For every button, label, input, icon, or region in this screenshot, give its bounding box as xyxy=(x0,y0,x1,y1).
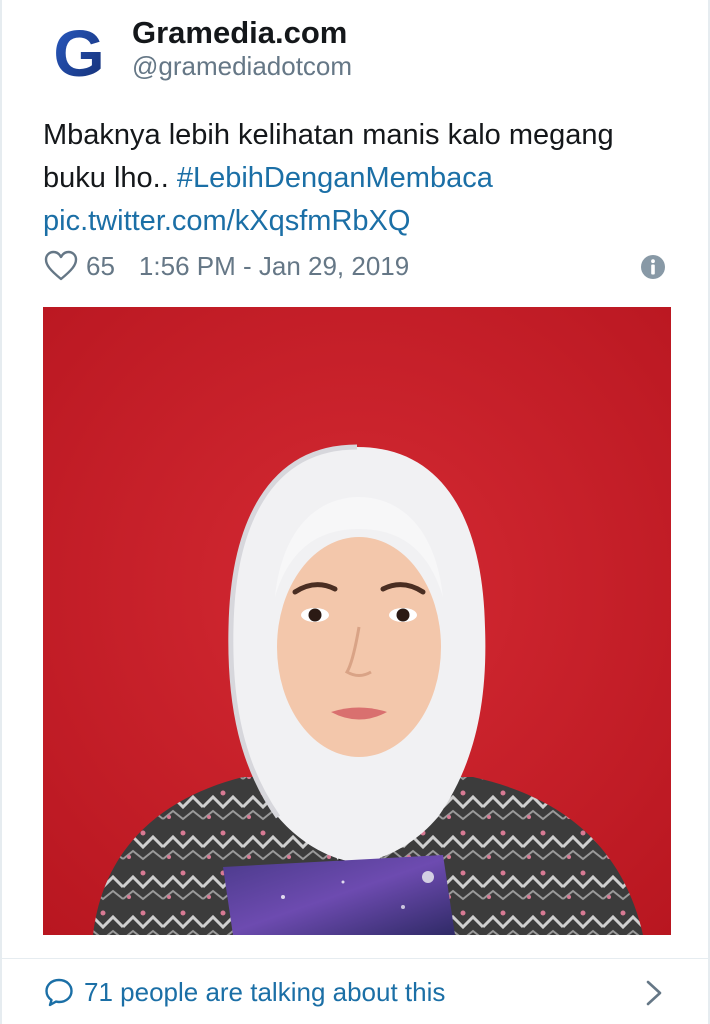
display-name[interactable]: Gramedia.com xyxy=(132,14,347,52)
pic-link[interactable]: pic.twitter.com/kXqsfmRbXQ xyxy=(43,205,410,237)
talking-count-label[interactable]: 71 people are talking about this xyxy=(84,977,445,1008)
tweet-text: Mbaknya lebih kelihatan manis kalo megan… xyxy=(43,114,683,243)
portrait-illustration xyxy=(43,307,671,935)
user-handle[interactable]: @gramediadotcom xyxy=(132,50,352,82)
speech-bubble-icon xyxy=(45,978,73,1007)
heart-icon[interactable] xyxy=(44,250,78,282)
svg-text:G: G xyxy=(53,18,104,88)
tweet-photo[interactable] xyxy=(43,307,671,935)
tweet-timestamp[interactable]: 1:56 PM - Jan 29, 2019 xyxy=(139,251,409,282)
tweet-card: G Gramedia.com @gramediadotcom Mbaknya l… xyxy=(0,0,710,1024)
chevron-right-icon[interactable] xyxy=(642,978,666,1008)
conversation-link[interactable]: 71 people are talking about this xyxy=(44,970,674,1014)
tweet-meta: 65 1:56 PM - Jan 29, 2019 xyxy=(44,246,409,286)
hashtag-link[interactable]: #LebihDenganMembaca xyxy=(177,162,493,194)
footer-divider xyxy=(2,958,710,959)
info-icon[interactable] xyxy=(640,254,666,280)
gramedia-logo-icon[interactable]: G xyxy=(44,18,114,88)
like-count: 65 xyxy=(86,250,115,281)
